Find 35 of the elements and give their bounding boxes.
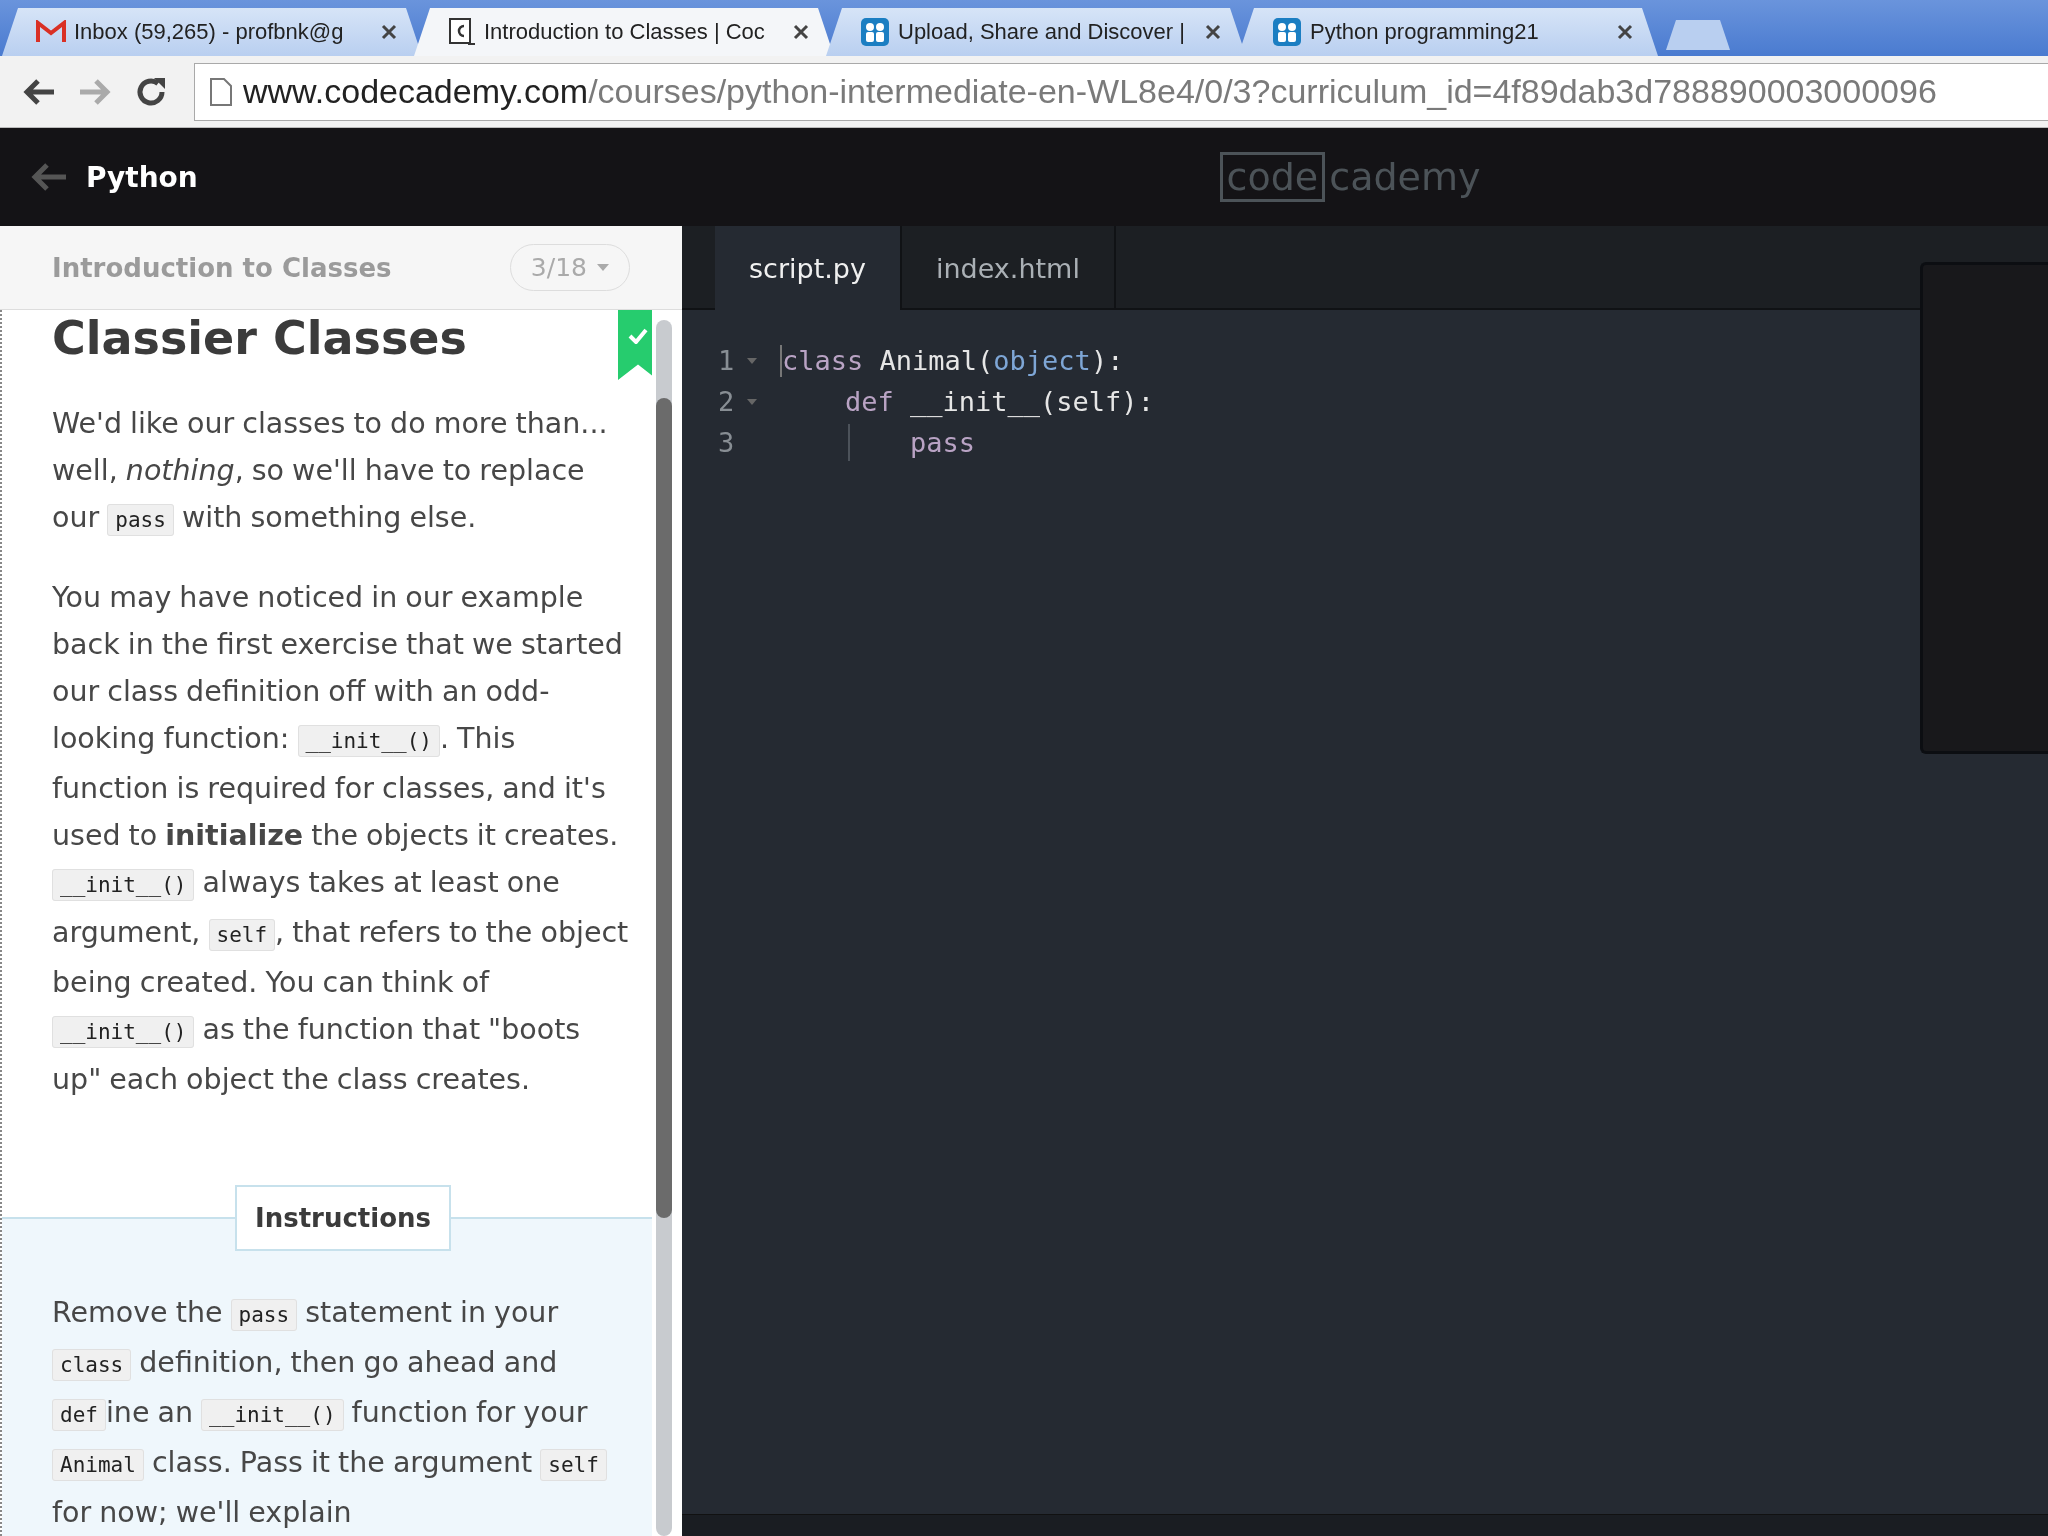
people-icon bbox=[1272, 17, 1302, 47]
code-line: def __init__(self): bbox=[844, 386, 1154, 417]
code-line: class Animal(object): bbox=[782, 345, 1124, 376]
caret-icon bbox=[597, 263, 609, 272]
back-arrow-icon bbox=[22, 76, 56, 107]
file-tab[interactable]: script.py bbox=[715, 226, 902, 310]
check-icon bbox=[628, 328, 648, 344]
back-link[interactable]: Python bbox=[30, 160, 198, 194]
page-icon bbox=[209, 76, 233, 107]
line-number: 2 bbox=[718, 386, 736, 417]
instructions-tab[interactable]: Instructions bbox=[235, 1185, 451, 1251]
close-icon[interactable] bbox=[792, 23, 810, 41]
logo-box: code bbox=[1219, 152, 1326, 202]
code-line: pass bbox=[909, 427, 976, 458]
close-icon[interactable] bbox=[380, 23, 398, 41]
lesson-paragraph: You may have noticed in our example back in the first exercise that we started our class definition off with an odd-looking function: __init__() . This function is required for classes, and it's used to initialize the objects it creates. __init__() always takes at least one argument, self , that refers to the object being created. You can think of __init__() as the function that "boots up" each object the class creates. bbox=[52, 580, 630, 1098]
people-icon bbox=[860, 17, 890, 47]
scrollbar[interactable] bbox=[656, 320, 672, 1536]
instructions-text: Remove the pass statement in your class definition, then go ahead and def ine an __init__() function for your Animal class. Pass it the argument self for now; we'll explain bbox=[52, 1289, 634, 1536]
logo-text: cademy bbox=[1328, 154, 1481, 201]
forward-arrow-icon bbox=[78, 76, 112, 107]
letter-c-icon bbox=[448, 17, 476, 47]
lesson-title: Classier Classes bbox=[52, 310, 468, 367]
file-tab[interactable]: index.html bbox=[901, 226, 1116, 310]
address-bar[interactable]: www.codecademy.com/courses/python-intermediate-en-WL8e4/0/3?curriculum_id=4f89dab3d788890003000096 bbox=[194, 62, 2048, 121]
fold-caret-icon[interactable] bbox=[746, 397, 758, 406]
unit-title: Introduction to Classes bbox=[52, 252, 392, 283]
line-number: 1 bbox=[718, 345, 736, 376]
back-arrow-icon bbox=[30, 162, 68, 192]
close-icon[interactable] bbox=[1204, 23, 1222, 41]
mail-icon bbox=[36, 20, 66, 44]
close-icon[interactable] bbox=[1616, 23, 1634, 41]
line-number: 3 bbox=[718, 427, 736, 458]
lesson-paragraph: We'd like our classes to do more than... well, nothing, so we'll have to replace our pass with something else. bbox=[52, 406, 609, 538]
fold-caret-icon[interactable] bbox=[746, 356, 758, 365]
